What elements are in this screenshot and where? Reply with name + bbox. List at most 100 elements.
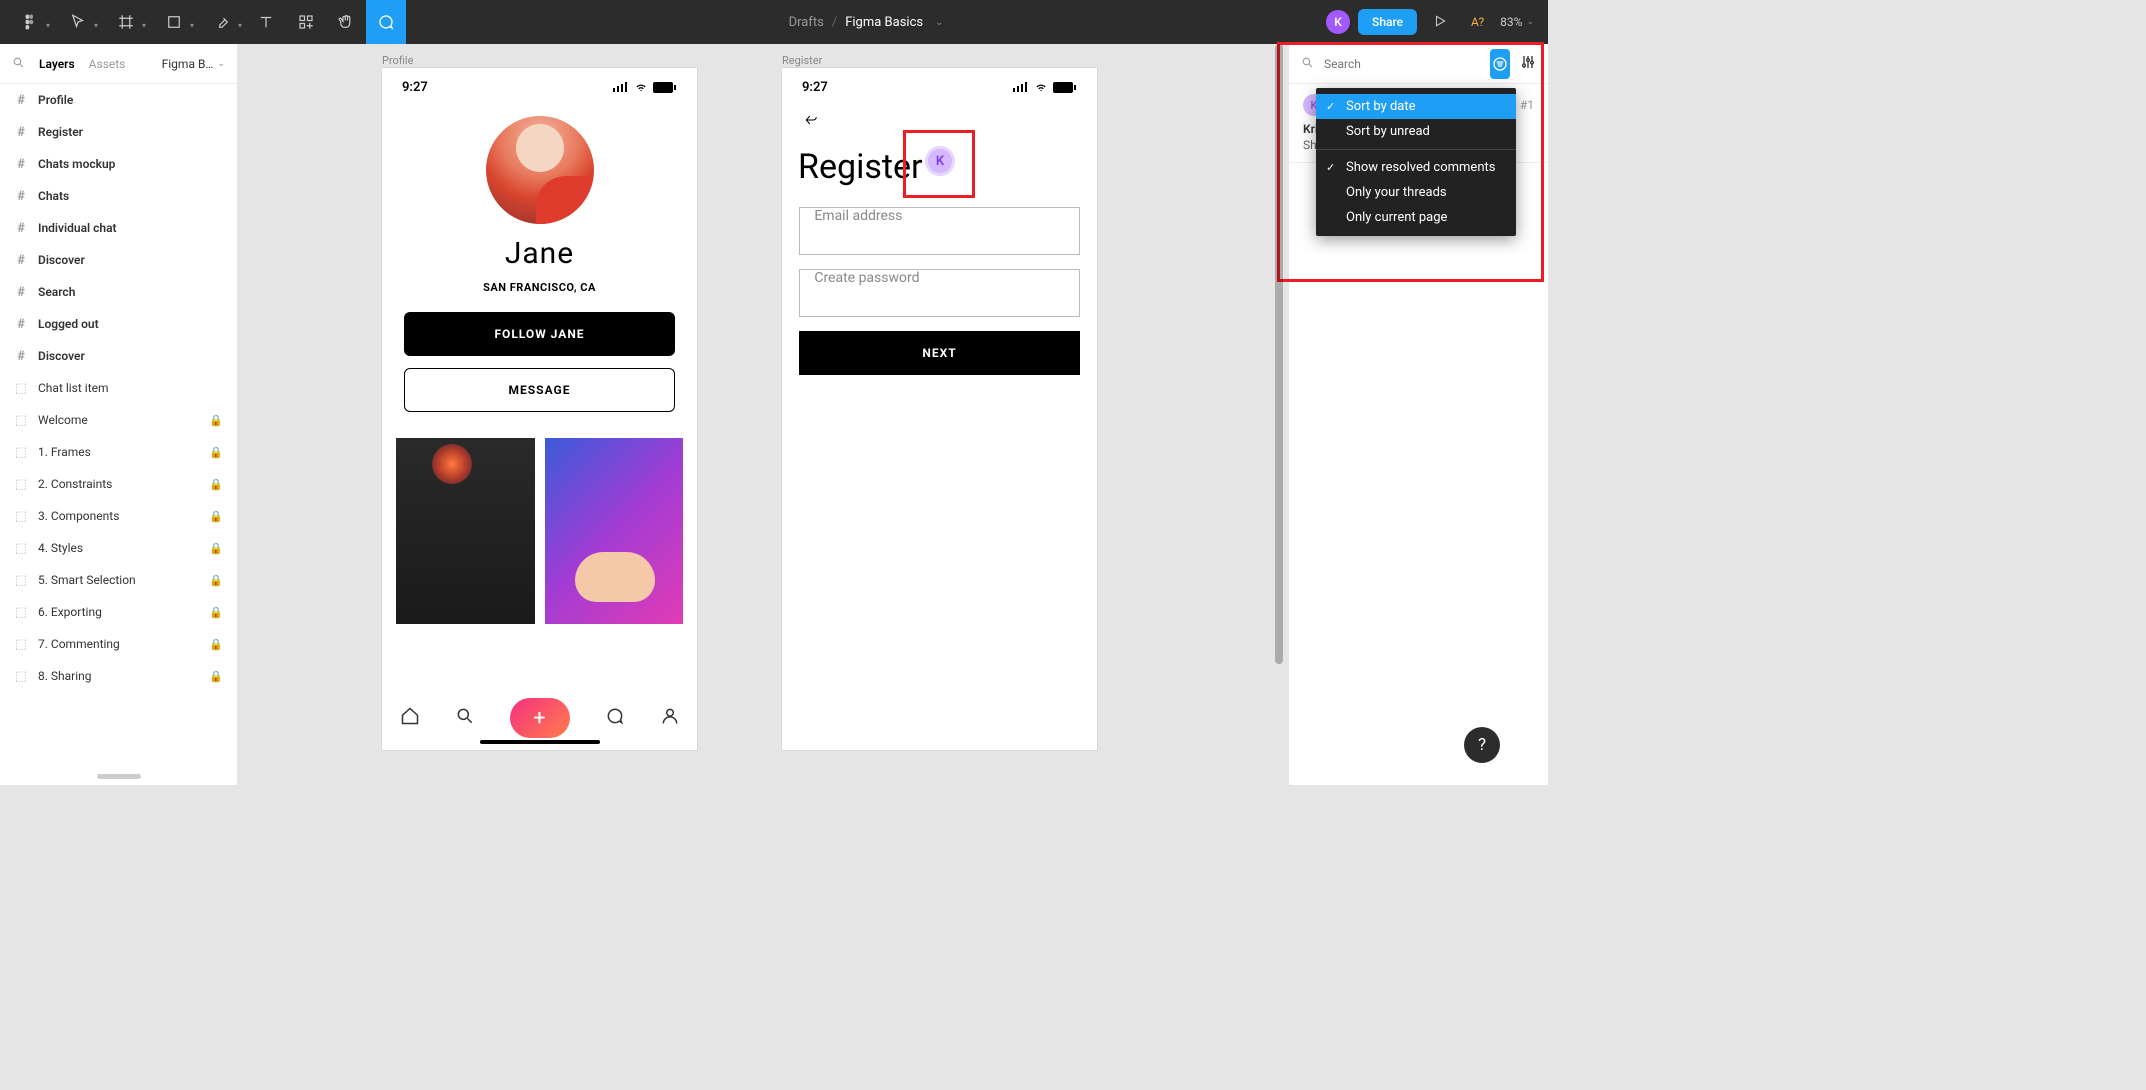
frame-label-register[interactable]: Register: [782, 54, 822, 67]
next-button[interactable]: NEXT: [799, 331, 1079, 375]
comments-sort-dropdown: ✓Sort by date Sort by unread ✓Show resol…: [1316, 88, 1516, 236]
move-tool-button[interactable]: ▾: [54, 0, 102, 44]
breadcrumb-file[interactable]: Figma Basics: [845, 15, 923, 30]
layer-row[interactable]: ⬚5. Smart Selection🔒: [0, 564, 237, 596]
layer-label: 2. Constraints: [38, 477, 112, 491]
signal-icon: [613, 82, 629, 92]
lock-icon: 🔒: [209, 414, 223, 427]
comment-cursor-avatar[interactable]: K: [925, 146, 955, 176]
sort-comments-button[interactable]: [1490, 49, 1510, 79]
comment-tool-button[interactable]: [366, 0, 406, 44]
layer-row[interactable]: ⬚3. Components🔒: [0, 500, 237, 532]
layer-row[interactable]: #Profile: [0, 84, 237, 116]
resources-button[interactable]: [286, 0, 326, 44]
zoom-control[interactable]: 83% ⌄: [1500, 15, 1534, 29]
battery-icon: [1053, 82, 1077, 93]
dropdown-sort-by-date[interactable]: ✓Sort by date: [1316, 94, 1516, 119]
layer-label: Chat list item: [38, 381, 109, 395]
home-icon[interactable]: [400, 706, 420, 730]
chevron-down-icon: ▾: [142, 21, 146, 30]
layer-row[interactable]: ⬚7. Commenting🔒: [0, 628, 237, 660]
back-arrow-icon[interactable]: [782, 106, 1097, 137]
wifi-icon: [1033, 82, 1049, 93]
layer-row[interactable]: #Register: [0, 116, 237, 148]
frame-profile[interactable]: 9:27 Jane SAN FRANCISCO, CA FOLLOW JANE …: [382, 68, 697, 750]
layer-row[interactable]: ⬚Welcome🔒: [0, 404, 237, 436]
component-icon: ⬚: [14, 573, 28, 588]
text-tool-button[interactable]: [246, 0, 286, 44]
main-menu-button[interactable]: ▾: [6, 0, 54, 44]
cursor-icon: [69, 13, 87, 31]
profile-location: SAN FRANCISCO, CA: [382, 281, 697, 294]
lock-icon: 🔒: [209, 478, 223, 491]
message-button[interactable]: MESSAGE: [404, 368, 675, 412]
frame-tool-button[interactable]: ▾: [102, 0, 150, 44]
add-fab[interactable]: +: [510, 698, 570, 738]
layer-label: Individual chat: [38, 221, 117, 235]
present-button[interactable]: [1425, 13, 1455, 32]
layer-row[interactable]: #Individual chat: [0, 212, 237, 244]
chat-icon[interactable]: [605, 706, 625, 730]
dropdown-show-resolved[interactable]: ✓Show resolved comments: [1316, 155, 1516, 180]
layer-row[interactable]: #Search: [0, 276, 237, 308]
comments-settings-button[interactable]: [1520, 54, 1536, 74]
frame-icon: #: [14, 157, 28, 172]
layer-label: Chats: [38, 189, 69, 203]
help-button[interactable]: ?: [1464, 727, 1500, 763]
layer-row[interactable]: ⬚ Chat list item: [0, 372, 237, 404]
dropdown-sort-by-unread[interactable]: Sort by unread: [1316, 119, 1516, 144]
layer-row[interactable]: ⬚8. Sharing🔒: [0, 660, 237, 692]
comments-search-input[interactable]: [1324, 57, 1480, 71]
layer-row[interactable]: ⬚4. Styles🔒: [0, 532, 237, 564]
pen-tool-button[interactable]: ▾: [198, 0, 246, 44]
component-icon: ⬚: [14, 477, 28, 492]
rectangle-icon: [165, 13, 183, 31]
hand-tool-button[interactable]: [326, 0, 366, 44]
user-avatar[interactable]: K: [1326, 10, 1350, 34]
layer-row[interactable]: # Chats: [0, 180, 237, 212]
layer-label: 3. Components: [38, 509, 119, 523]
missing-fonts-indicator[interactable]: A?: [1463, 15, 1492, 29]
scrollbar-thumb[interactable]: [1275, 44, 1283, 664]
layer-label: Logged out: [38, 317, 99, 331]
panel-resize-handle[interactable]: [97, 774, 141, 779]
layer-row[interactable]: ⬚ 2. Constraints 🔒: [0, 468, 237, 500]
layer-row[interactable]: #Discover: [0, 244, 237, 276]
layer-row[interactable]: #Logged out: [0, 308, 237, 340]
dropdown-divider: [1316, 149, 1516, 150]
search-icon[interactable]: [455, 706, 475, 730]
layer-row[interactable]: #Discover: [0, 340, 237, 372]
page-selector[interactable]: Figma B… ⌄: [162, 57, 225, 71]
chevron-down-icon: ▾: [190, 21, 194, 30]
sliders-icon: [1520, 54, 1536, 70]
check-icon: ✓: [1326, 161, 1335, 174]
status-bar: 9:27: [782, 68, 1097, 106]
layer-label: Welcome: [38, 413, 88, 427]
shape-tool-button[interactable]: ▾: [150, 0, 198, 44]
share-button[interactable]: Share: [1358, 9, 1417, 35]
layer-row[interactable]: ⬚1. Frames🔒: [0, 436, 237, 468]
tab-assets[interactable]: Assets: [89, 57, 126, 71]
vertical-scrollbar[interactable]: [1272, 44, 1286, 785]
frame-label-profile[interactable]: Profile: [382, 54, 413, 67]
layer-row[interactable]: #Chats mockup: [0, 148, 237, 180]
figma-logo-icon: [21, 13, 39, 31]
search-icon[interactable]: [12, 56, 25, 72]
battery-icon: [653, 82, 677, 93]
layer-row[interactable]: ⬚6. Exporting🔒: [0, 596, 237, 628]
component-icon: ⬚: [14, 381, 28, 396]
dropdown-only-your-threads[interactable]: Only your threads: [1316, 180, 1516, 205]
comments-search-row: [1289, 44, 1548, 84]
chevron-down-icon[interactable]: ⌄: [935, 17, 943, 28]
layer-label: Search: [38, 285, 75, 299]
breadcrumb-root[interactable]: Drafts: [789, 15, 824, 30]
lock-icon: 🔒: [209, 606, 223, 619]
follow-button[interactable]: FOLLOW JANE: [404, 312, 675, 356]
component-icon: ⬚: [14, 509, 28, 524]
email-field[interactable]: Email address: [799, 207, 1079, 255]
profile-icon[interactable]: [660, 706, 680, 730]
password-field[interactable]: Create password: [799, 269, 1079, 317]
dropdown-only-current-page[interactable]: Only current page: [1316, 205, 1516, 230]
tab-layers[interactable]: Layers: [39, 57, 75, 71]
frame-icon: #: [14, 189, 28, 204]
